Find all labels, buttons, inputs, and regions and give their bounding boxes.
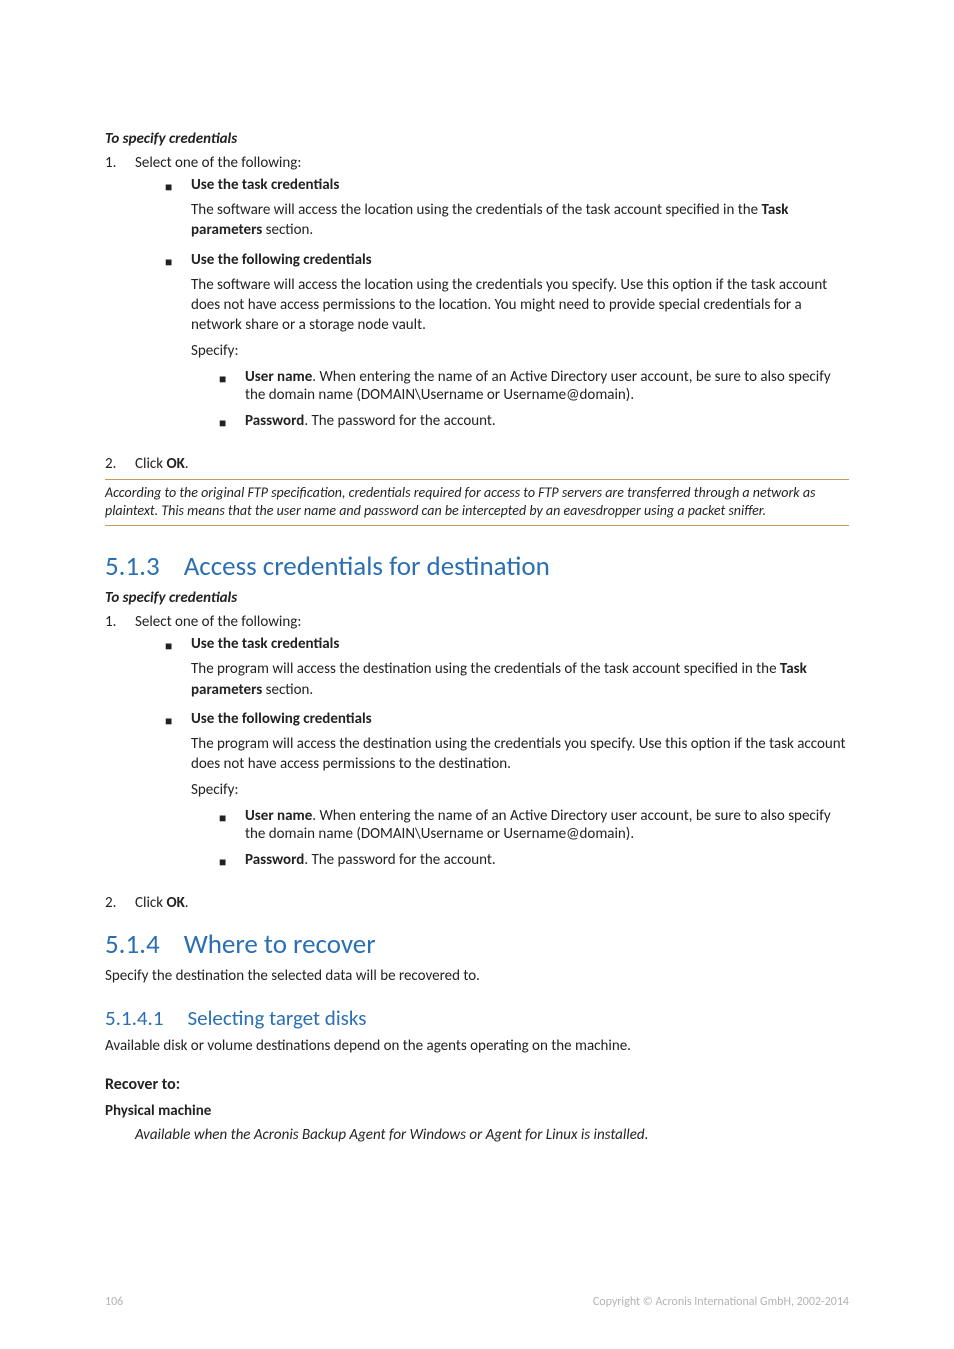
sub-option: User name. When entering the name of an …	[245, 368, 849, 404]
bullet-icon: ■	[165, 176, 191, 241]
section-intro: Available disk or volume destinations de…	[105, 1037, 849, 1055]
list-marker: 2.	[105, 455, 135, 473]
heading-specify-credentials-2: To specify credentials	[105, 589, 849, 607]
ordered-list-2: 1. Select one of the following: ■ Use th…	[105, 613, 849, 911]
ordered-list-1: 1. Select one of the following: ■ Use th…	[105, 154, 849, 473]
option-body: The software will access the location us…	[191, 275, 849, 336]
sub-option: Password. The password for the account.	[245, 851, 849, 870]
heading-5-1-3: 5.1.3Access credentials for destination	[105, 550, 849, 583]
heading-5-1-4: 5.1.4Where to recover	[105, 928, 849, 961]
section-intro: Specify the destination the selected dat…	[105, 967, 849, 985]
bullet-list: ■ Use the task credentials The program w…	[165, 635, 849, 877]
specify-label: Specify:	[191, 341, 849, 361]
sub-bullet-list: ■ User name. When entering the name of a…	[219, 807, 849, 870]
option-title: Use the task credentials	[191, 635, 339, 653]
option-title: Use the following credentials	[191, 710, 372, 728]
page-number: 106	[105, 1295, 123, 1309]
option-body: The software will access the location us…	[191, 200, 849, 241]
availability-note: Available when the Acronis Backup Agent …	[135, 1126, 849, 1144]
option-body: The program will access the destination …	[191, 734, 849, 775]
option-title: Use the task credentials	[191, 176, 339, 194]
bullet-icon: ■	[165, 251, 191, 439]
page-footer: 106 Copyright © Acronis International Gm…	[105, 1295, 849, 1309]
copyright: Copyright © Acronis International GmbH, …	[593, 1295, 849, 1309]
sub-option: Password. The password for the account.	[245, 412, 849, 431]
note-box: According to the original FTP specificat…	[105, 479, 849, 527]
bullet-list: ■ Use the task credentials The software …	[165, 176, 849, 439]
heading-specify-credentials-1: To specify credentials	[105, 130, 849, 148]
note-text: According to the original FTP specificat…	[105, 484, 849, 522]
bullet-icon: ■	[165, 710, 191, 878]
option-title: Use the following credentials	[191, 251, 372, 269]
list-marker: 1.	[105, 154, 135, 449]
specify-label: Specify:	[191, 780, 849, 800]
bullet-icon: ■	[219, 368, 245, 404]
step-text: Click OK.	[135, 894, 849, 912]
bullet-icon: ■	[219, 412, 245, 431]
list-marker: 1.	[105, 613, 135, 887]
physical-machine-heading: Physical machine	[105, 1102, 849, 1120]
recover-to-heading: Recover to:	[105, 1075, 849, 1094]
heading-5-1-4-1: 5.1.4.1Selecting target disks	[105, 1005, 849, 1031]
sub-bullet-list: ■ User name. When entering the name of a…	[219, 368, 849, 431]
option-body: The program will access the destination …	[191, 659, 849, 700]
bullet-icon: ■	[165, 635, 191, 700]
sub-option: User name. When entering the name of an …	[245, 807, 849, 843]
list-marker: 2.	[105, 894, 135, 912]
step-text: Select one of the following:	[135, 613, 301, 631]
step-text: Select one of the following:	[135, 154, 301, 172]
bullet-icon: ■	[219, 851, 245, 870]
step-text: Click OK.	[135, 455, 849, 473]
bullet-icon: ■	[219, 807, 245, 843]
